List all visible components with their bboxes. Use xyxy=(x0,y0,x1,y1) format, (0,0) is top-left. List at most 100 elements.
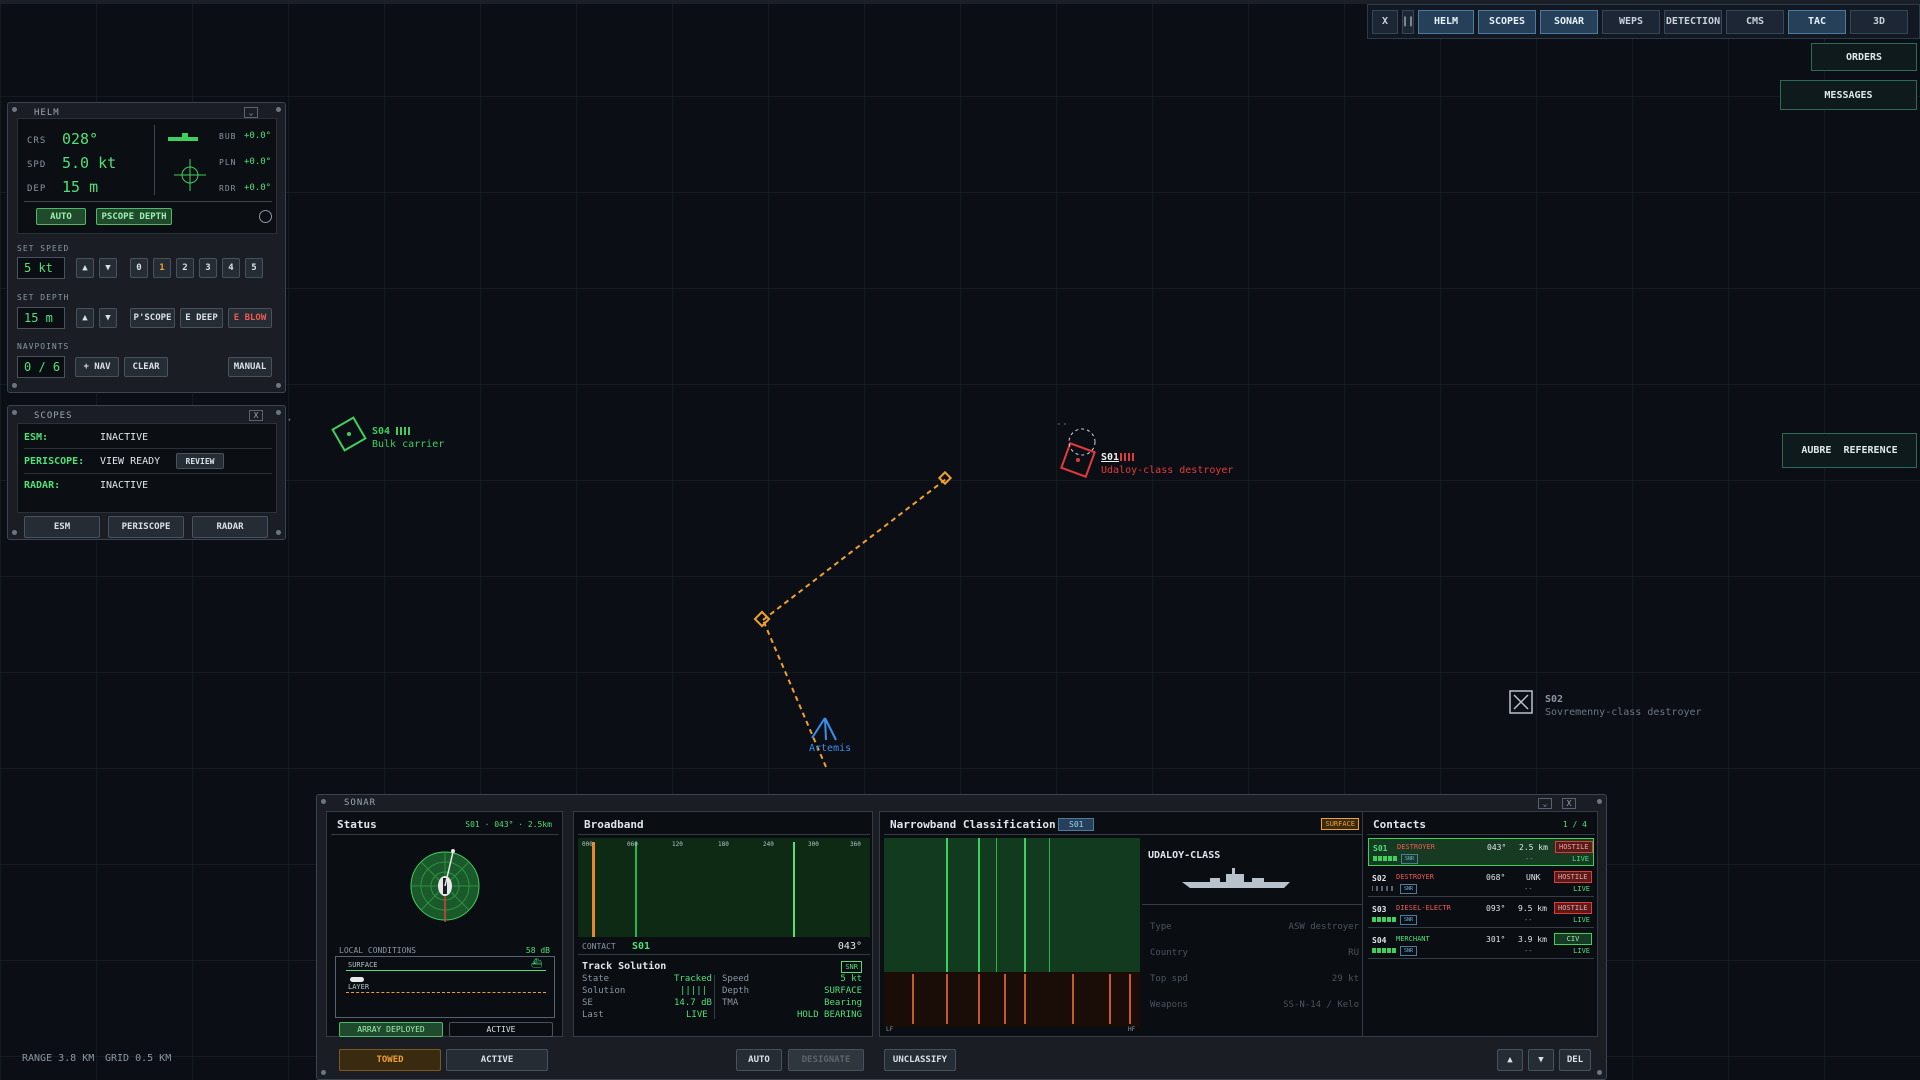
set-speed-label: SET SPEED xyxy=(17,244,70,253)
active-mode-button[interactable]: ACTIVE xyxy=(449,1022,553,1037)
contacts-count: 1 / 4 xyxy=(1562,820,1587,829)
collapse-button[interactable]: ⌄ xyxy=(244,107,258,118)
contact-type: DESTROYER xyxy=(1397,843,1435,851)
emergency-deep-button[interactable]: E DEEP xyxy=(180,308,223,328)
tick-label: 180 xyxy=(718,841,729,848)
periscope-button[interactable]: PERISCOPE xyxy=(108,516,184,538)
contact-bearing: 043° xyxy=(837,941,862,952)
spectral-line xyxy=(1072,974,1074,1024)
contact-row-s02[interactable]: S02 DESTROYER 068° UNK HOSTILE SNR -- LI… xyxy=(1368,869,1594,897)
speed-up-button[interactable]: ▲ xyxy=(76,258,94,278)
radar-status: INACTIVE xyxy=(100,480,149,491)
own-ship-label: Artemis xyxy=(809,743,852,754)
track-field-value: Tracked xyxy=(674,974,712,984)
divider xyxy=(884,834,1367,835)
iff-tag: CIV xyxy=(1554,933,1592,945)
local-conditions-label: LOCAL CONDITIONS xyxy=(339,946,417,955)
auto-designate-button[interactable]: AUTO xyxy=(736,1049,782,1071)
divider xyxy=(1367,834,1595,835)
contact-row-s03[interactable]: S03 DIESEL-ELECTR 093° 9.5 km HOSTILE SN… xyxy=(1368,900,1594,928)
snr-icon: SNR xyxy=(1401,854,1419,864)
contact-sub: -- xyxy=(1524,947,1533,955)
speed-down-button[interactable]: ▼ xyxy=(99,258,117,278)
periscope-review-button[interactable]: REVIEW xyxy=(176,453,224,469)
narrowband-contact-tag[interactable]: S01 xyxy=(1058,818,1095,831)
layer-label: LAYER xyxy=(348,983,370,991)
pln-value: +0.0° xyxy=(244,157,272,167)
contact-row-s01[interactable]: S01 DESTROYER 043° 2.5 km HOSTILE SNR --… xyxy=(1368,838,1594,866)
speed-2-button[interactable]: 2 xyxy=(176,258,194,278)
tick-label: 240 xyxy=(763,841,774,848)
tick-label: 360 xyxy=(850,841,861,848)
set-speed-field[interactable]: 5 kt xyxy=(17,257,65,279)
contact-id: S03 xyxy=(1372,905,1387,914)
contact-s02-name: Sovremenny-class destroyer xyxy=(1545,707,1702,718)
towed-array-button[interactable]: TOWED xyxy=(339,1049,441,1071)
radar-label: RADAR: xyxy=(24,480,61,491)
depth-up-button[interactable]: ▲ xyxy=(76,308,94,328)
rdr-value: +0.0° xyxy=(244,183,272,193)
scopes-panel: SCOPES X ESM: INACTIVE PERISCOPE: VIEW R… xyxy=(7,405,286,540)
speed-0-button[interactable]: 0 xyxy=(130,258,148,278)
contact-s01-icon[interactable] xyxy=(1055,423,1096,478)
water-column-display: SURFACE ⛴ LAYER xyxy=(335,956,555,1018)
settings-dial-icon[interactable] xyxy=(259,210,272,223)
set-depth-field[interactable]: 15 m xyxy=(17,307,65,329)
manual-button[interactable]: MANUAL xyxy=(228,357,272,377)
array-deployed-button[interactable]: ARRAY DEPLOYED xyxy=(339,1022,443,1037)
contacts-title: Contacts xyxy=(1373,818,1426,831)
nb-field-value: ASW destroyer xyxy=(1288,922,1359,932)
ship-silhouette-icon xyxy=(1182,868,1290,888)
collapse-button[interactable]: ⌄ xyxy=(1538,798,1552,809)
snr-icon: SNR xyxy=(1400,884,1418,894)
corner-dot xyxy=(321,799,326,804)
navpoint-marker[interactable] xyxy=(753,610,771,628)
contact-row-s04[interactable]: S04 MERCHANT 301° 3.9 km CIV SNR -- LIVE xyxy=(1368,931,1594,959)
pscope-depth-button[interactable]: PSCOPE DEPTH xyxy=(96,208,172,225)
speed-3-button[interactable]: 3 xyxy=(199,258,217,278)
designate-button[interactable]: DESIGNATE xyxy=(788,1049,864,1071)
contact-status: LIVE xyxy=(1573,947,1590,955)
dep-value: 15 m xyxy=(62,178,99,196)
corner-dot xyxy=(1597,799,1602,804)
speed-5-button[interactable]: 5 xyxy=(245,258,263,278)
speed-1-button[interactable]: 1 xyxy=(153,258,171,278)
divider xyxy=(24,201,272,202)
delete-contact-button[interactable]: DEL xyxy=(1559,1049,1591,1071)
close-icon[interactable]: X xyxy=(1562,798,1576,809)
contact-s02-icon[interactable] xyxy=(1509,690,1533,714)
sonar-status-section: Status S01 · 043° · 2.5km LOCAL CONDITIO… xyxy=(326,811,563,1037)
contact-bearing: 301° xyxy=(1486,935,1506,944)
own-ship-icon[interactable] xyxy=(811,717,837,741)
crs-value: 028° xyxy=(62,130,99,148)
unclassify-button[interactable]: UNCLASSIFY xyxy=(884,1049,956,1071)
contact-type: DIESEL-ELECTR xyxy=(1396,904,1451,912)
signal-strength-bars xyxy=(1372,948,1396,953)
corner-dot xyxy=(276,530,281,535)
spectral-line xyxy=(978,974,980,1024)
lf-label: LF xyxy=(886,1026,894,1033)
depth-down-button[interactable]: ▼ xyxy=(99,308,117,328)
surface-label: SURFACE xyxy=(348,961,378,969)
spectral-line xyxy=(946,974,948,1024)
add-navpoint-button[interactable]: + NAV xyxy=(75,357,119,377)
close-icon[interactable]: X xyxy=(249,410,263,421)
nb-field-value: SS-N-14 / Kelo xyxy=(1283,1000,1359,1010)
auto-helm-button[interactable]: AUTO xyxy=(36,208,86,225)
nb-field-label: Top spd xyxy=(1150,974,1188,984)
snr-icon: SNR xyxy=(1400,946,1418,956)
contact-up-button[interactable]: ▲ xyxy=(1497,1049,1523,1071)
clear-navpoints-button[interactable]: CLEAR xyxy=(124,357,168,377)
speed-4-button[interactable]: 4 xyxy=(222,258,240,278)
active-sonar-button[interactable]: ACTIVE xyxy=(446,1049,548,1071)
pscope-button[interactable]: P'SCOPE xyxy=(130,308,175,328)
esm-button[interactable]: ESM xyxy=(24,516,100,538)
tonal-line xyxy=(996,838,997,972)
contact-down-button[interactable]: ▼ xyxy=(1528,1049,1554,1071)
emergency-blow-button[interactable]: E BLOW xyxy=(228,308,272,328)
signal-strength-bars xyxy=(1372,886,1396,891)
surface-line xyxy=(346,970,546,971)
nb-field-label: Country xyxy=(1150,948,1188,958)
radar-button[interactable]: RADAR xyxy=(192,516,268,538)
helm-readout: CRS 028° SPD 5.0 kt DEP 15 m BUB +0.0° P… xyxy=(17,118,277,234)
